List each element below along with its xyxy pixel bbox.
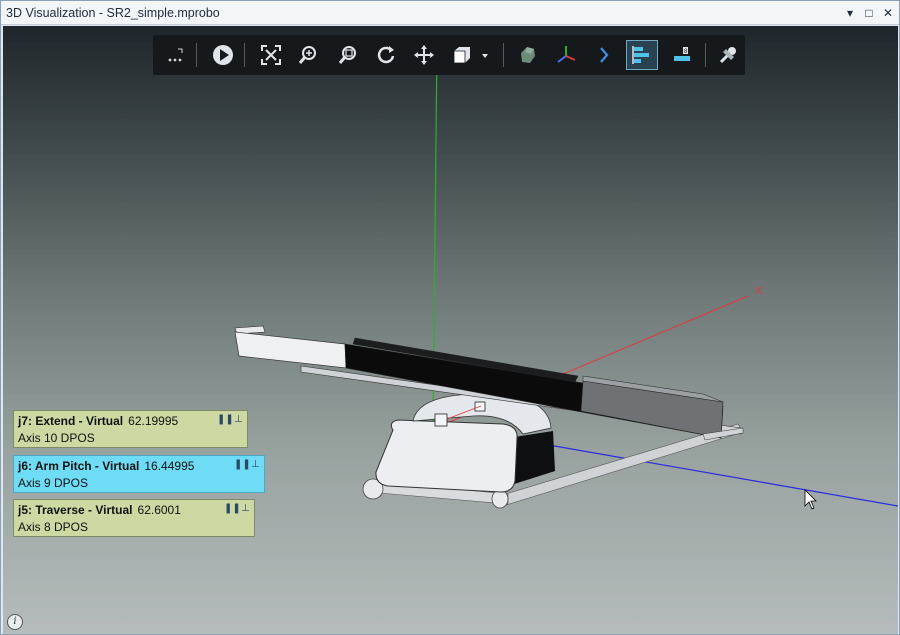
axes-button[interactable]: [551, 41, 581, 69]
cube-icon: [453, 47, 488, 64]
zoom-button[interactable]: [293, 41, 323, 69]
title-bar[interactable]: 3D Visualization - SR2_simple.mprobo ▾ □…: [1, 1, 899, 25]
close-button[interactable]: ✕: [879, 4, 897, 22]
joint-value: 62.6001: [137, 503, 181, 517]
joint-axis: Axis 10 DPOS: [18, 431, 95, 445]
pivot-joint: [434, 413, 448, 427]
chevron-right-icon: [600, 47, 609, 63]
maximize-button[interactable]: □: [860, 4, 878, 22]
robot-scene[interactable]: [3, 26, 898, 634]
zoom-window-button[interactable]: [333, 41, 363, 69]
pin-icon[interactable]: ⊥: [234, 414, 243, 425]
zoom-icon: [298, 46, 316, 64]
rotate-button[interactable]: [371, 41, 401, 69]
panel-icon: 8: [674, 47, 690, 61]
view-cube-button[interactable]: [447, 41, 493, 69]
rotate-icon: [377, 46, 395, 64]
visualization-window: 3D Visualization - SR2_simple.mprobo ▾ □…: [0, 0, 900, 635]
joint-panels-icon: [632, 46, 649, 64]
play-icon: [213, 45, 233, 65]
play-button[interactable]: [208, 41, 238, 69]
joint-value: 62.19995: [128, 414, 179, 428]
viewer-toolbar: 8: [153, 35, 745, 75]
pause-icon[interactable]: ❚❚: [217, 414, 234, 425]
joint-axis: Axis 9 DPOS: [18, 476, 89, 490]
joint-panels-button[interactable]: [626, 40, 658, 70]
tools-icon: [719, 47, 736, 64]
joint-card-j5[interactable]: j5: Traverse - Virtual 62.6001 Axis 8 DPO…: [13, 499, 255, 537]
settings-button[interactable]: [713, 41, 743, 69]
x-axis-label: X: [755, 285, 763, 297]
pan-icon: [414, 45, 434, 65]
window-menu-button[interactable]: ▾: [841, 4, 859, 22]
pan-button[interactable]: [409, 41, 439, 69]
model-button[interactable]: [513, 41, 543, 69]
pin-icon[interactable]: ⊥: [241, 503, 250, 514]
mouse-cursor: [804, 489, 817, 510]
ellipsis-icon: [168, 48, 183, 62]
single-panel-button[interactable]: 8: [667, 41, 697, 69]
3d-viewport[interactable]: X 8 j7: Extend - Virtual 62.19995 Axis 1…: [3, 26, 898, 634]
joint-card-j6[interactable]: j6: Arm Pitch - Virtual 16.44995 Axis 9 D…: [13, 455, 265, 493]
joint-value: 16.44995: [144, 459, 195, 473]
joint-name: j6: Arm Pitch - Virtual: [18, 459, 140, 473]
wheel-right: [491, 489, 509, 509]
carriage-body: [375, 419, 518, 493]
pause-icon[interactable]: ❚❚: [224, 503, 241, 514]
axes-icon: [557, 46, 576, 63]
model-icon: [521, 47, 535, 63]
arm-front-segment: [234, 331, 347, 369]
window-title: 3D Visualization - SR2_simple.mprobo: [6, 6, 220, 20]
zoom-window-icon: [338, 46, 356, 64]
fit-all-icon: [261, 45, 281, 65]
joint-name: j5: Traverse - Virtual: [18, 503, 133, 517]
collapse-button[interactable]: [589, 41, 619, 69]
more-options-button[interactable]: [160, 41, 190, 69]
info-button[interactable]: i: [7, 614, 23, 630]
joint-name: j7: Extend - Virtual: [18, 414, 124, 428]
joint-card-j7[interactable]: j7: Extend - Virtual 62.19995 Axis 10 DPO…: [13, 410, 248, 448]
joint-axis: Axis 8 DPOS: [18, 520, 89, 534]
fit-all-button[interactable]: [256, 41, 286, 69]
pin-icon[interactable]: ⊥: [251, 459, 260, 470]
pause-icon[interactable]: ❚❚: [234, 459, 251, 470]
